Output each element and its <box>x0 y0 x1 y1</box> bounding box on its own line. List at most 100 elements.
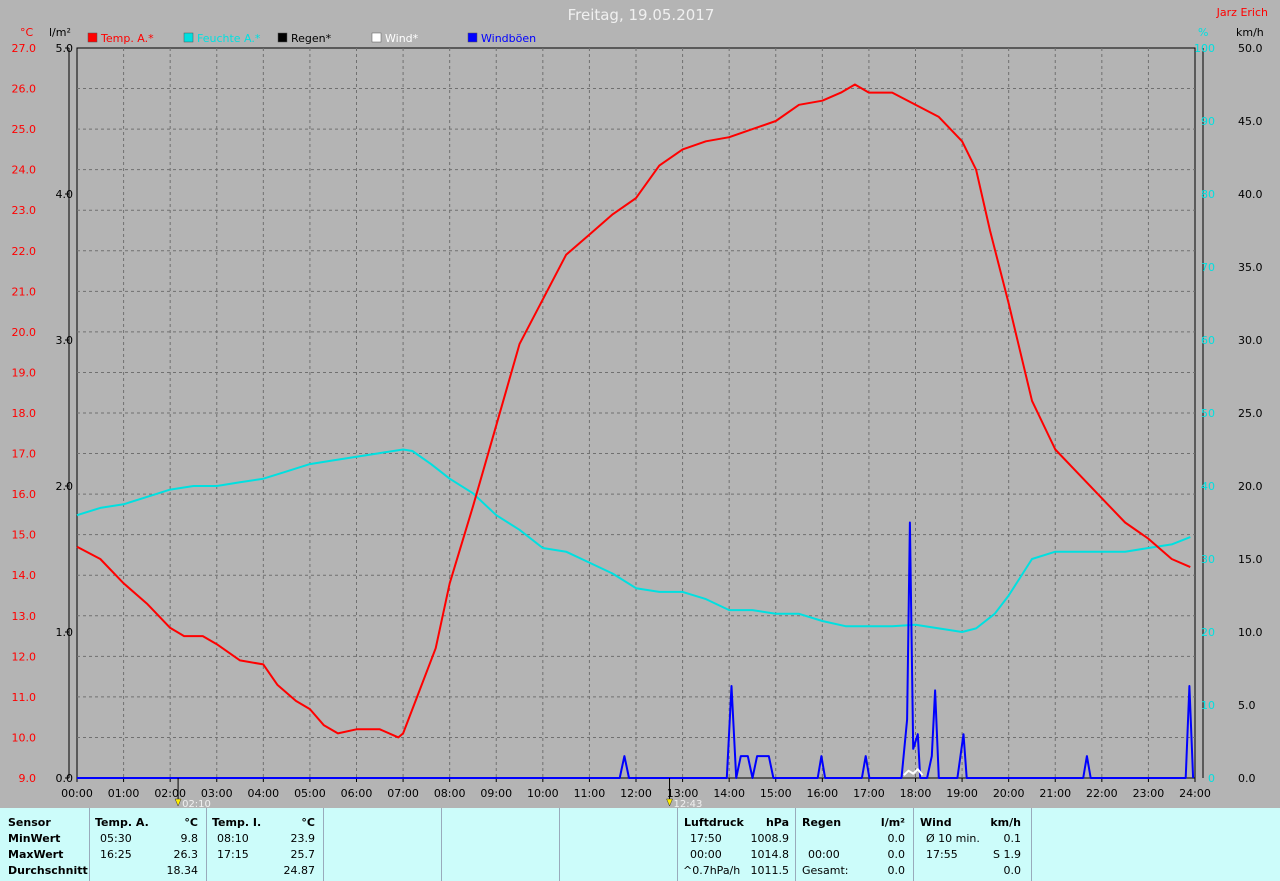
temp-tick-label: 16.0 <box>12 488 37 501</box>
marker-time-label: 12:43 <box>674 799 703 808</box>
rain-header: Regen <box>802 816 842 829</box>
legend-swatch <box>467 32 478 43</box>
temp-i-header: Temp. I. <box>212 816 262 829</box>
temp-a-min-time: 05:30 <box>100 832 132 845</box>
x-tick-label: 20:00 <box>993 787 1025 800</box>
temp-tick-label: 13.0 <box>12 610 37 623</box>
humidity-tick-label: 60 <box>1201 334 1215 347</box>
temp-tick-label: 24.0 <box>12 164 37 177</box>
wind-avg-label: Ø 10 min. <box>926 832 980 845</box>
x-tick-label: 24:00 <box>1179 787 1211 800</box>
humidity-tick-label: 50 <box>1201 407 1215 420</box>
x-tick-label: 14:00 <box>713 787 745 800</box>
chart-title: Freitag, 19.05.2017 <box>568 6 715 24</box>
temp-tick-label: 20.0 <box>12 326 37 339</box>
marker-icon <box>174 798 182 807</box>
temp-a-header: Temp. A. <box>95 816 149 829</box>
stats-empty-panel-1 <box>324 808 442 881</box>
unit-wind-label: km/h <box>1236 26 1264 39</box>
pressure-max: 1014.8 <box>750 848 790 861</box>
temp-i-max-time: 17:15 <box>217 848 249 861</box>
wind-tick-label: 30.0 <box>1238 334 1263 347</box>
wind-max-time: 17:55 <box>926 848 958 861</box>
unit-humidity-label: % <box>1198 26 1208 39</box>
temp-tick-label: 21.0 <box>12 285 37 298</box>
legend-label: Temp. A.* <box>100 32 154 45</box>
humidity-tick-label: 80 <box>1201 188 1215 201</box>
stats-rain-panel: Regen l/m² 0.0 00:00 0.0 Gesamt: 0.0 <box>796 808 914 881</box>
temp-i-min: 23.9 <box>290 832 316 845</box>
temp-tick-label: 17.0 <box>12 448 37 461</box>
temp-tick-label: 12.0 <box>12 650 37 663</box>
humidity-tick-label: 70 <box>1201 261 1215 274</box>
weather-chart: Freitag, 19.05.2017 Jarz Erich °C l/m² %… <box>12 6 1269 808</box>
rain-tick-label: 1.0 <box>56 626 74 639</box>
pressure-avg: 1011.5 <box>750 864 790 877</box>
humidity-tick-label: 10 <box>1201 699 1215 712</box>
stats-empty-panel-3 <box>560 808 678 881</box>
rain-tick-label: 5.0 <box>56 42 74 55</box>
wind-r3: 0.0 <box>1003 864 1022 877</box>
legend: Temp. A.* Feuchte A.* Regen* Wind* Windböen <box>87 32 536 45</box>
stats-filler-panel <box>1032 808 1280 881</box>
wind-tick-label: 45.0 <box>1238 115 1263 128</box>
temp-i-avg: 24.87 <box>283 864 316 877</box>
unit-rain-label: l/m² <box>49 26 71 39</box>
x-tick-label: 10:00 <box>527 787 559 800</box>
temp-tick-label: 22.0 <box>12 245 37 258</box>
temp-tick-label: 11.0 <box>12 691 37 704</box>
legend-swatch <box>87 32 98 43</box>
humidity-tick-label: 40 <box>1201 480 1215 493</box>
temp-a-max: 26.3 <box>173 848 199 861</box>
rain-tick-label: 4.0 <box>56 188 74 201</box>
stats-sensor-panel: Sensor MinWert MaxWert Durchschnitt <box>0 808 90 881</box>
x-tick-label: 05:00 <box>294 787 326 800</box>
rain-r2-time: 00:00 <box>808 848 840 861</box>
rain-tick-label: 2.0 <box>56 480 74 493</box>
temp-tick-label: 9.0 <box>19 772 37 785</box>
wind-header: Wind <box>920 816 952 829</box>
temp-tick-label: 27.0 <box>12 42 37 55</box>
stats-temp-i-panel: Temp. I. °C 08:10 23.9 17:15 25.7 24.87 <box>207 808 324 881</box>
legend-swatch <box>371 32 382 43</box>
pressure-header: Luftdruck <box>684 816 744 829</box>
legend-label: Feuchte A.* <box>197 32 261 45</box>
x-tick-label: 08:00 <box>434 787 466 800</box>
wind-tick-label: 35.0 <box>1238 261 1263 274</box>
temp-tick-label: 18.0 <box>12 407 37 420</box>
legend-swatch <box>277 32 288 43</box>
x-tick-label: 19:00 <box>946 787 978 800</box>
x-tick-label: 11:00 <box>574 787 606 800</box>
rain-total: 0.0 <box>887 864 906 877</box>
sensor-header: Sensor <box>8 816 51 829</box>
x-tick-label: 17:00 <box>853 787 885 800</box>
row-label-min: MinWert <box>8 832 61 845</box>
x-tick-label: 18:00 <box>900 787 932 800</box>
author-label: Jarz Erich <box>1216 6 1268 19</box>
temp-tick-label: 25.0 <box>12 123 37 136</box>
humidity-tick-label: 90 <box>1201 115 1215 128</box>
rain-tick-label: 3.0 <box>56 334 74 347</box>
rain-r1: 0.0 <box>887 832 906 845</box>
pressure-min-time: 17:50 <box>690 832 722 845</box>
row-label-max: MaxWert <box>8 848 64 861</box>
rain-unit: l/m² <box>880 816 905 829</box>
humidity-tick-label: 0 <box>1208 772 1215 785</box>
x-tick-label: 09:00 <box>480 787 512 800</box>
temp-tick-label: 15.0 <box>12 529 37 542</box>
temp-i-max: 25.7 <box>290 848 316 861</box>
stats-empty-panel-2 <box>442 808 560 881</box>
temp-a-max-time: 16:25 <box>100 848 132 861</box>
stats-wind-panel: Wind km/h Ø 10 min. 0.1 17:55 S 1.9 0.0 <box>914 808 1032 881</box>
x-tick-label: 00:00 <box>61 787 93 800</box>
stats-temp-a-panel: Temp. A. °C 05:30 9.8 16:25 26.3 18.34 <box>90 808 207 881</box>
wind-avg: 0.1 <box>1003 832 1022 845</box>
x-tick-label: 01:00 <box>108 787 140 800</box>
legend-swatch <box>183 32 194 43</box>
wind-unit: km/h <box>990 816 1021 829</box>
unit-temp-label: °C <box>20 26 34 39</box>
x-tick-label: 15:00 <box>760 787 792 800</box>
x-tick-label: 22:00 <box>1086 787 1118 800</box>
temp-tick-label: 26.0 <box>12 83 37 96</box>
legend-label: Windböen <box>481 32 536 45</box>
